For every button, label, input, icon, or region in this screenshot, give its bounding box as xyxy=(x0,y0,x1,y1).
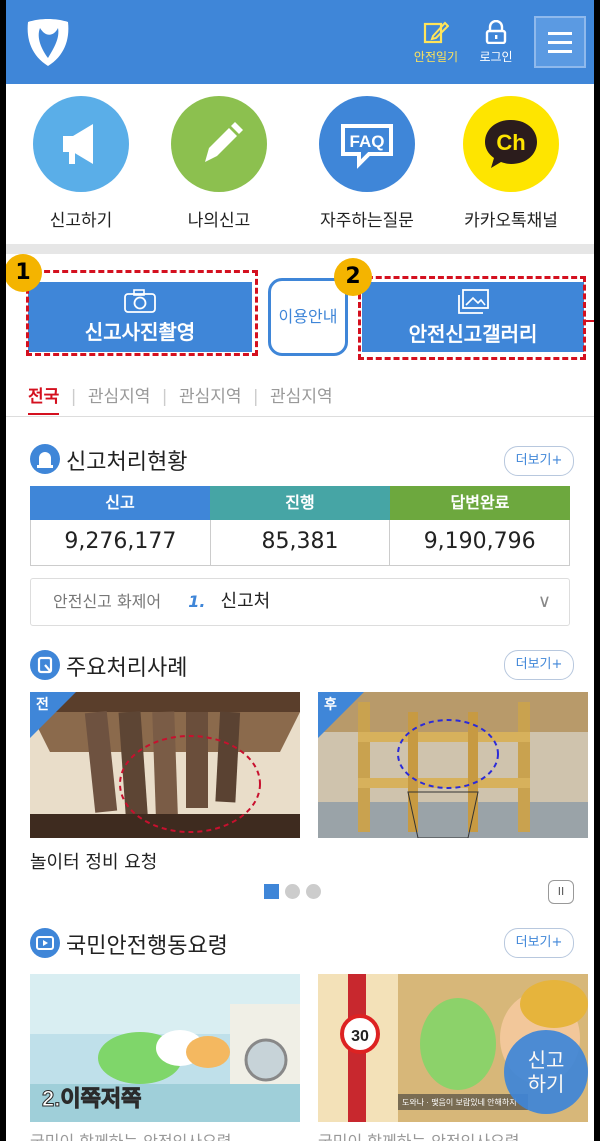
carousel-dots xyxy=(264,884,327,903)
highlight-box-1 xyxy=(26,270,258,356)
safety-diary-label: 안전일기 xyxy=(413,50,459,64)
region-tabs: 전국 | 관심지역 | 관심지역 | 관심지역 xyxy=(28,382,339,415)
video-1-title-text: 2.이쪽저쪽 xyxy=(42,1086,141,1111)
siren-icon xyxy=(30,444,60,474)
quick-item-my-reports[interactable]: 나의신고 xyxy=(154,96,284,231)
carousel-dot[interactable] xyxy=(285,884,300,899)
report-fab-button[interactable]: 신고 하기 xyxy=(504,1030,588,1114)
case-caption: 놀이터 정비 요청 xyxy=(30,852,158,873)
faq-icon: FAQ xyxy=(319,96,415,192)
tab-separator: | xyxy=(161,387,168,407)
tab-separator: | xyxy=(252,387,259,407)
safety-diary-button[interactable]: 안전일기 xyxy=(408,14,464,76)
menu-icon-bar xyxy=(548,32,572,35)
hot-topic-rank: 1. xyxy=(188,592,206,611)
kakao-channel-icon: Ch xyxy=(463,96,559,192)
menu-icon-bar xyxy=(548,50,572,53)
video-1-caption: 국민이 함께하는 안전인사요령 xyxy=(30,1128,232,1141)
status-table: 신고 진행 답변완료 9,276,177 85,381 9,190,796 xyxy=(30,486,570,566)
status-value-answered: 9,190,796 xyxy=(423,529,536,554)
status-more-button[interactable]: 더보기+ xyxy=(504,446,574,476)
status-value-in-progress: 85,381 xyxy=(211,520,391,565)
quick-item-report[interactable]: 신고하기 xyxy=(16,96,146,231)
status-title-text: 신고처리현황 xyxy=(66,450,188,475)
carousel-dot[interactable] xyxy=(306,884,321,899)
fab-label-line2: 하기 xyxy=(527,1072,565,1096)
after-photo[interactable]: 후 xyxy=(318,692,588,838)
before-tag: 전 xyxy=(36,697,49,713)
lock-icon xyxy=(485,20,507,44)
video-play-icon xyxy=(30,928,60,958)
hot-topic-name: 신고처 xyxy=(220,591,271,612)
login-label: 로그인 xyxy=(479,50,513,64)
kakao-icon-text: Ch xyxy=(496,130,525,155)
tab-separator: | xyxy=(70,387,77,407)
status-header-reported: 신고 xyxy=(30,486,210,520)
cases-section-title: 주요처리사례 xyxy=(30,650,187,682)
after-tag: 후 xyxy=(324,697,337,713)
highlight-box-2 xyxy=(358,276,586,360)
speed-limit-badge: 30 xyxy=(351,1028,369,1045)
document-icon xyxy=(30,650,60,680)
status-value-reported: 9,276,177 xyxy=(31,520,211,565)
guidelines-title-text: 국민안전행동요령 xyxy=(66,934,228,959)
menu-icon-bar xyxy=(548,41,572,44)
highlight-connector xyxy=(586,320,594,322)
hot-topic-dropdown[interactable]: 안전신고 화제어 1. 신고처 ∨ xyxy=(30,578,570,626)
quick-menu: 신고하기 나의신고 FAQ 자주하는질문 Ch 카카오톡채널 xyxy=(6,96,594,246)
pencil-icon xyxy=(171,96,267,192)
status-section-title: 신고처리현황 xyxy=(30,444,187,476)
logo-shield-icon[interactable] xyxy=(20,14,80,70)
edit-note-icon xyxy=(423,21,449,44)
video-2-sign-text: 도와나 · 맺음이 보람있네 안해하지 xyxy=(402,1097,517,1107)
tabs-divider xyxy=(6,416,594,417)
quick-item-faq[interactable]: FAQ 자주하는질문 xyxy=(302,96,432,231)
before-photo[interactable]: 전 xyxy=(30,692,300,838)
megaphone-icon xyxy=(33,96,129,192)
guideline-video-1[interactable]: 2.이쪽저쪽 xyxy=(30,974,300,1122)
cases-more-button[interactable]: 더보기+ xyxy=(504,650,574,680)
quick-item-label: 카카오톡채널 xyxy=(464,211,558,231)
usage-guide-button[interactable]: 이용안내 xyxy=(268,278,348,356)
fab-label-line1: 신고 xyxy=(527,1048,565,1072)
guidelines-more-button[interactable]: 더보기+ xyxy=(504,928,574,958)
hamburger-menu-button[interactable] xyxy=(534,16,586,68)
carousel-pause-button[interactable]: II xyxy=(548,880,574,904)
quick-item-label: 나의신고 xyxy=(187,211,251,231)
app-screen: 안전일기 로그인 신고하기 나의신고 FAQ 자주하는질문 Ch 카카오톡채널 … xyxy=(6,0,594,1141)
quick-item-label: 신고하기 xyxy=(49,211,113,231)
tab-nationwide[interactable]: 전국 xyxy=(28,387,60,415)
status-header-answered: 답변완료 xyxy=(390,486,570,520)
video-2-caption: 국민이 함께하는 안전인사요령 xyxy=(318,1128,520,1141)
step-marker-2: 2 xyxy=(334,258,372,296)
section-divider xyxy=(6,244,594,254)
app-header: 안전일기 로그인 xyxy=(6,0,594,84)
quick-item-kakao[interactable]: Ch 카카오톡채널 xyxy=(446,96,576,231)
faq-icon-text: FAQ xyxy=(350,132,385,151)
carousel-dot-active[interactable] xyxy=(264,884,279,899)
status-header-in-progress: 진행 xyxy=(210,486,390,520)
guidelines-section-title: 국민안전행동요령 xyxy=(30,928,228,960)
login-button[interactable]: 로그인 xyxy=(468,14,524,76)
chevron-down-icon: ∨ xyxy=(537,591,551,612)
cases-title-text: 주요처리사례 xyxy=(66,656,188,681)
tab-interest-region[interactable]: 관심지역 xyxy=(179,387,242,407)
tab-interest-region[interactable]: 관심지역 xyxy=(88,387,151,407)
tab-interest-region[interactable]: 관심지역 xyxy=(270,387,333,407)
quick-item-label: 자주하는질문 xyxy=(320,211,414,231)
hot-topic-label: 안전신고 화제어 xyxy=(53,592,162,611)
